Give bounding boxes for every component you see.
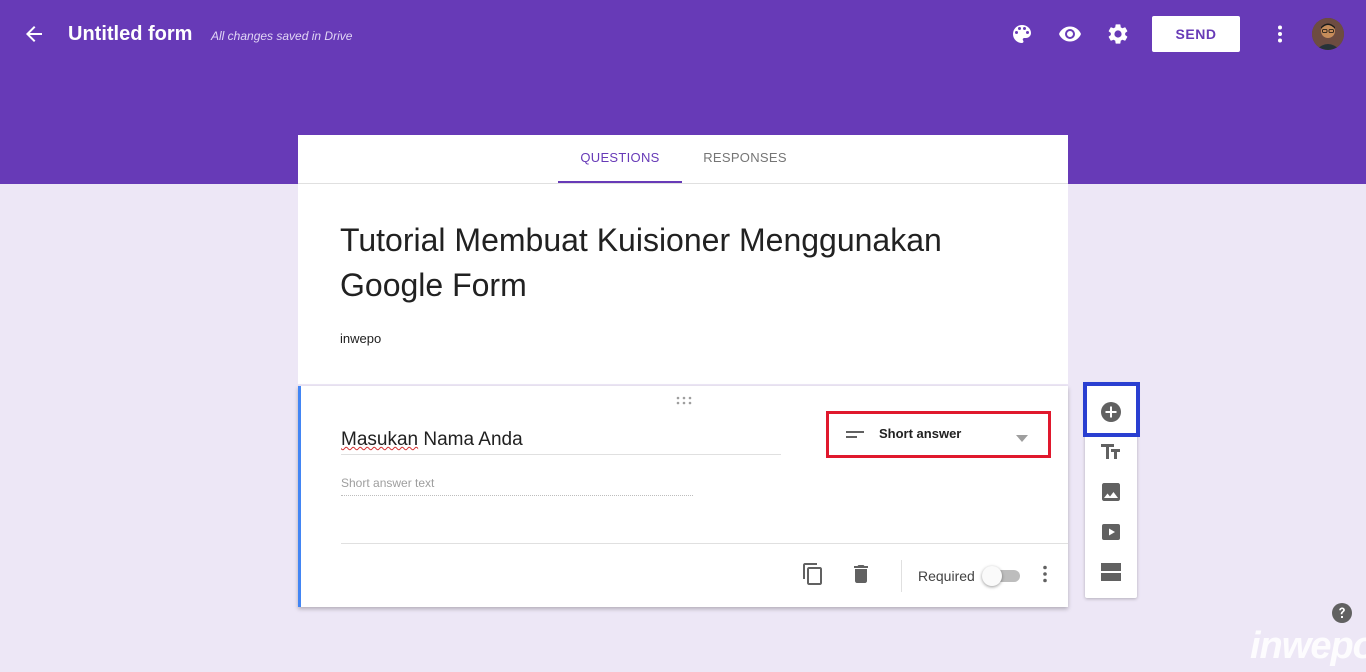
question-type-label: Short answer — [879, 426, 962, 441]
short-text-icon — [846, 428, 864, 442]
image-icon[interactable] — [1099, 480, 1123, 504]
tab-responses[interactable]: RESPONSES — [682, 135, 808, 183]
more-vert-icon[interactable] — [1033, 562, 1057, 586]
trash-icon[interactable] — [849, 562, 873, 586]
section-icon[interactable] — [1099, 560, 1123, 584]
tab-questions[interactable]: QUESTIONS — [558, 135, 682, 183]
required-toggle[interactable] — [982, 566, 1020, 586]
toggle-thumb — [982, 566, 1002, 586]
form-description[interactable]: inwepo — [340, 331, 381, 346]
footer-separator — [901, 560, 902, 592]
save-status: All changes saved in Drive — [211, 29, 353, 43]
form-title[interactable]: Tutorial Membuat Kuisioner Menggunakan G… — [340, 218, 1020, 308]
question-title-input[interactable]: Masukan Nama Anda — [341, 429, 781, 455]
more-vert-icon[interactable] — [1268, 22, 1292, 46]
video-icon[interactable] — [1099, 520, 1123, 544]
duplicate-icon[interactable] — [801, 562, 825, 586]
question-type-select[interactable]: Short answer — [826, 411, 1051, 458]
palette-icon[interactable] — [1010, 22, 1034, 46]
side-toolbar — [1085, 383, 1137, 598]
preview-eye-icon[interactable] — [1058, 22, 1082, 46]
drag-handle-icon[interactable] — [675, 393, 693, 405]
add-question-icon[interactable] — [1099, 400, 1123, 424]
gear-icon[interactable] — [1106, 22, 1130, 46]
form-title-card: Tutorial Membuat Kuisioner Menggunakan G… — [298, 184, 1068, 384]
send-button[interactable]: SEND — [1152, 16, 1240, 52]
title-text-icon[interactable] — [1099, 440, 1123, 464]
avatar[interactable] — [1312, 18, 1344, 50]
help-icon[interactable] — [1330, 601, 1354, 625]
question-card[interactable]: Masukan Nama Anda Short answer text Shor… — [298, 386, 1068, 607]
chevron-down-icon — [1016, 430, 1028, 442]
required-label: Required — [918, 568, 975, 584]
tabs-bar: QUESTIONS RESPONSES — [298, 135, 1068, 184]
back-arrow-icon[interactable] — [22, 22, 46, 46]
form-name[interactable]: Untitled form — [68, 23, 192, 46]
question-title-prefix: Masukan — [341, 429, 419, 450]
watermark-logo: inwepo — [1250, 625, 1366, 667]
card-divider — [341, 543, 1068, 544]
short-answer-placeholder: Short answer text — [341, 476, 693, 496]
question-title-rest: Nama Anda — [418, 429, 523, 450]
